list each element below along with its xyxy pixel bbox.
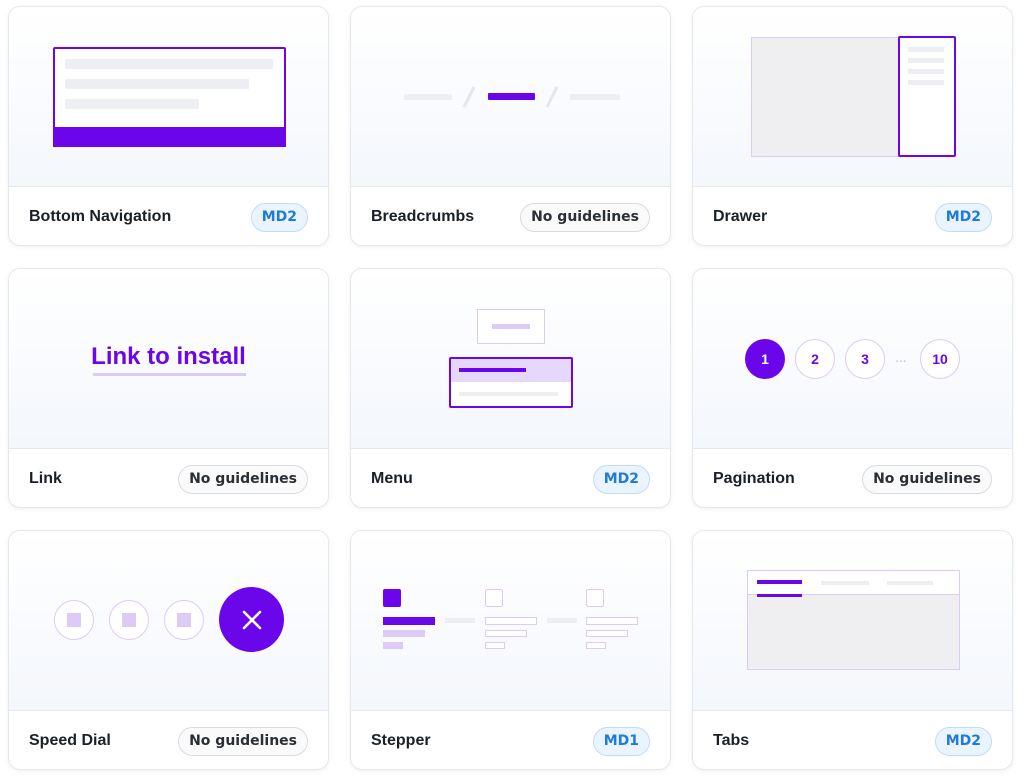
page-ellipsis: ...: [895, 351, 907, 365]
card-menu[interactable]: Menu MD2: [350, 268, 671, 508]
pagination-preview: 1 2 3 ... 10: [693, 269, 1012, 449]
drawer-item: [908, 58, 944, 63]
breadcrumb-separator-icon: [462, 86, 476, 108]
drawer-item: [908, 69, 944, 74]
speed-dial-preview: [9, 531, 328, 711]
card-title: Tabs: [713, 732, 750, 749]
material-version-badge: MD2: [934, 726, 992, 756]
tab-label: [887, 581, 933, 585]
menu-item: [459, 392, 558, 396]
card-pagination[interactable]: 1 2 3 ... 10 Pagination No guidelines: [692, 268, 1013, 508]
action-icon: [177, 613, 191, 627]
breadcrumb-separator-icon: [545, 86, 559, 108]
drawer-panel: [898, 36, 956, 157]
card-link[interactable]: Link to install Link No guidelines: [8, 268, 329, 508]
component-grid: Bottom Navigation MD2 Breadcrumbs No gui…: [0, 0, 1024, 780]
card-stepper[interactable]: Stepper MD1: [350, 530, 671, 770]
card-title: Link: [29, 470, 62, 487]
link-underline: [93, 373, 246, 376]
drawer-item: [908, 47, 944, 52]
step-sublabel: [485, 642, 505, 649]
tabs-preview: [693, 531, 1012, 711]
card-breadcrumbs[interactable]: Breadcrumbs No guidelines: [350, 6, 671, 246]
step-label: [383, 617, 435, 625]
step-sublabel: [586, 630, 628, 637]
menu-preview: [351, 269, 670, 449]
drawer-preview: [693, 7, 1012, 187]
step-label: [586, 617, 638, 625]
action-icon: [122, 613, 136, 627]
stepper-preview: [351, 531, 670, 711]
card-title: Speed Dial: [29, 732, 111, 749]
breadcrumb-active-crumb: [488, 93, 535, 100]
step-connector: [445, 618, 475, 623]
card-title: Pagination: [713, 470, 795, 487]
link-preview: Link to install: [9, 269, 328, 449]
step-connector: [547, 618, 577, 623]
material-version-badge: MD2: [592, 464, 650, 494]
guidelines-badge: No guidelines: [178, 726, 308, 756]
page-number: 1: [761, 351, 769, 367]
bottom-navigation-preview: [9, 7, 328, 187]
bottom-nav-bar: [53, 127, 286, 147]
content-line: [65, 99, 199, 109]
close-icon: [242, 610, 262, 630]
guidelines-badge: No guidelines: [520, 202, 650, 232]
breadcrumb-crumb: [404, 94, 452, 100]
page-button: 3: [845, 339, 885, 379]
action-icon: [67, 613, 81, 627]
page-button-active: 1: [745, 339, 785, 379]
guidelines-badge: No guidelines: [178, 464, 308, 494]
card-title: Bottom Navigation: [29, 208, 172, 225]
step-indicator: [485, 589, 503, 607]
content-line: [65, 79, 249, 89]
page-button: 2: [795, 339, 835, 379]
link-preview-text: Link to install: [91, 343, 246, 370]
step-indicator: [586, 589, 604, 607]
tab-indicator: [757, 594, 802, 597]
breadcrumb-crumb: [570, 94, 620, 100]
material-version-badge: MD2: [934, 202, 992, 232]
material-version-badge: MD2: [250, 202, 308, 232]
step-indicator-active: [383, 589, 401, 607]
menu-trigger-label: [492, 324, 530, 329]
tab-label-active: [757, 580, 802, 584]
menu-item-label: [459, 368, 526, 372]
step-sublabel: [383, 642, 403, 649]
breadcrumbs-preview: [351, 7, 670, 187]
content-line: [65, 59, 273, 69]
card-bottom-navigation[interactable]: Bottom Navigation MD2: [8, 6, 329, 246]
step-sublabel: [485, 630, 527, 637]
card-speed-dial[interactable]: Speed Dial No guidelines: [8, 530, 329, 770]
tab-label: [821, 581, 869, 585]
page-number: 3: [861, 351, 869, 367]
step-sublabel: [383, 630, 425, 637]
page-button: 10: [920, 339, 960, 379]
page-number: 2: [811, 351, 819, 367]
step-label: [485, 617, 537, 625]
card-tabs[interactable]: Tabs MD2: [692, 530, 1013, 770]
card-title: Drawer: [713, 208, 768, 225]
drawer-item: [908, 80, 944, 85]
card-title: Menu: [371, 470, 413, 487]
step-sublabel: [586, 642, 606, 649]
card-title: Breadcrumbs: [371, 208, 475, 225]
page-number: 10: [932, 351, 948, 367]
card-drawer[interactable]: Drawer MD2: [692, 6, 1013, 246]
card-title: Stepper: [371, 732, 431, 749]
material-version-badge: MD1: [592, 726, 650, 756]
guidelines-badge: No guidelines: [862, 464, 992, 494]
